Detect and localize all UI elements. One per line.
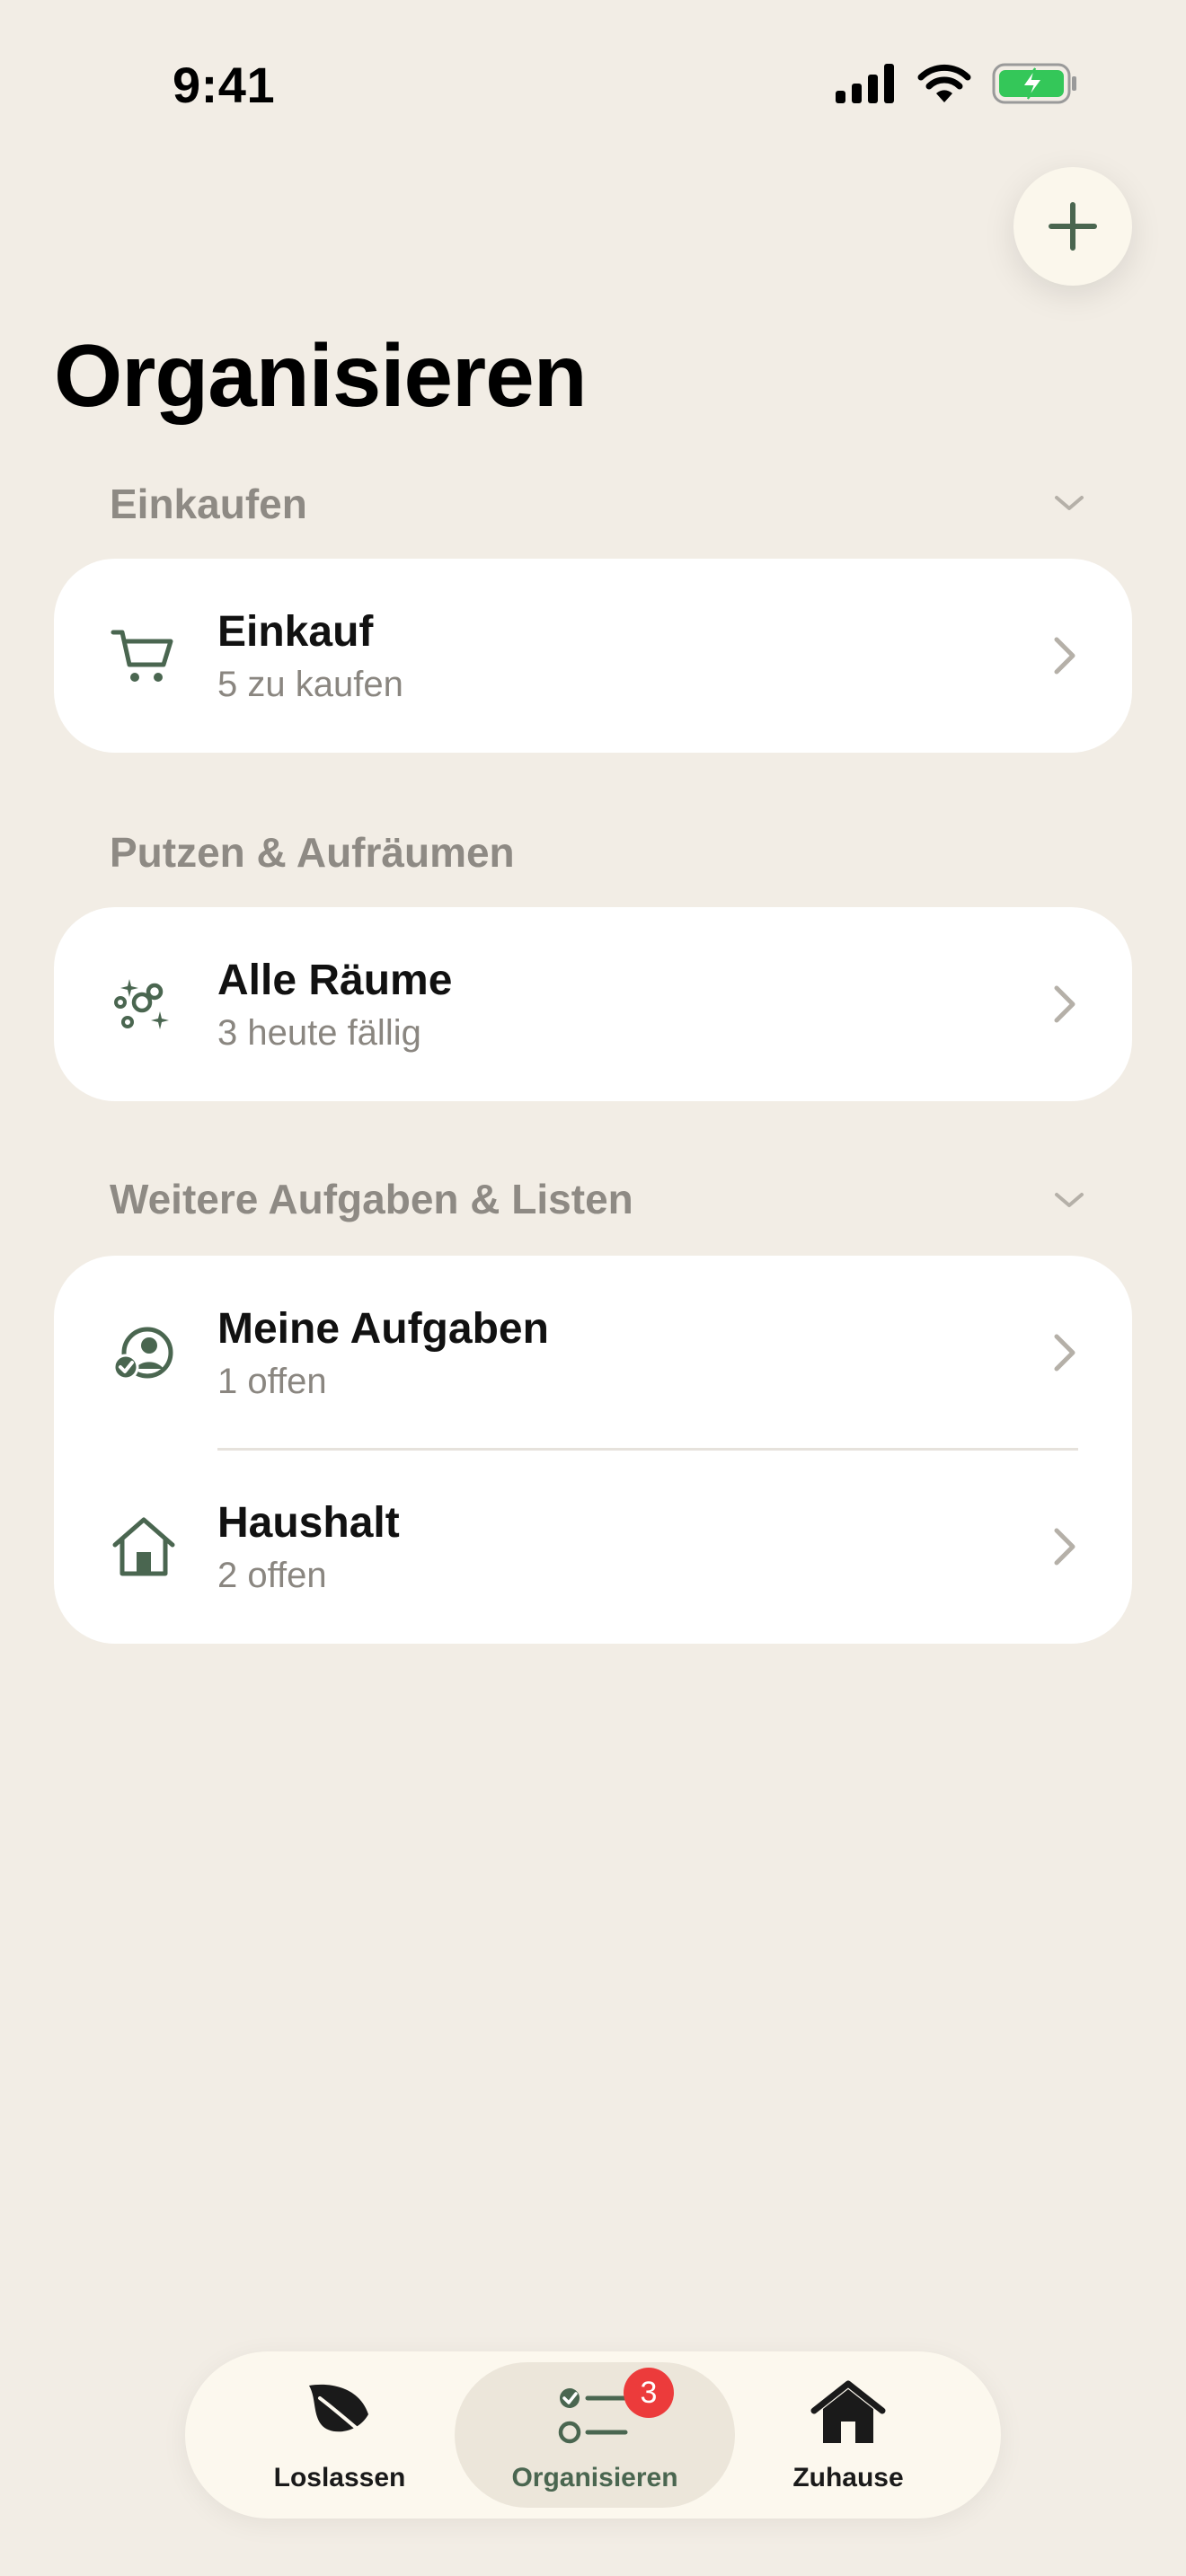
row-title: Meine Aufgaben bbox=[217, 1305, 549, 1353]
list-item-alle-raeume[interactable]: Alle Räume 3 heute fällig bbox=[54, 907, 1132, 1101]
tab-label: Loslassen bbox=[273, 2463, 406, 2492]
home-filled-icon bbox=[810, 2380, 886, 2443]
battery-charging-icon bbox=[992, 63, 1076, 104]
screen: 9:41 Organisieren Einkaufen Einkauf 5 zu… bbox=[0, 0, 1186, 2576]
tab-label: Organisieren bbox=[511, 2463, 678, 2492]
chevron-right-icon bbox=[1054, 1334, 1075, 1372]
tab-loslassen[interactable]: Loslassen bbox=[248, 2351, 431, 2519]
person-check-icon bbox=[112, 1327, 173, 1381]
card-weitere: Meine Aufgaben 1 offen Haushalt 2 offen bbox=[54, 1256, 1132, 1644]
list-item-meine-aufgaben[interactable]: Meine Aufgaben 1 offen bbox=[54, 1256, 1132, 1450]
list-item-haushalt[interactable]: Haushalt 2 offen bbox=[54, 1450, 1132, 1644]
notification-badge: 3 bbox=[624, 2368, 674, 2418]
cellular-signal-icon bbox=[836, 64, 894, 103]
add-button[interactable] bbox=[1013, 167, 1132, 286]
page-title: Organisieren bbox=[54, 326, 588, 425]
section-header-putzen: Putzen & Aufräumen bbox=[110, 829, 515, 876]
row-subtitle: 1 offen bbox=[217, 1362, 327, 1401]
tab-label: Zuhause bbox=[792, 2463, 904, 2492]
status-icons bbox=[836, 63, 1078, 104]
wifi-icon bbox=[917, 64, 971, 102]
plus-icon bbox=[1049, 202, 1097, 251]
section-header-einkaufen: Einkaufen bbox=[110, 481, 307, 527]
tab-zuhause[interactable]: Zuhause bbox=[757, 2351, 940, 2519]
chevron-right-icon bbox=[1054, 637, 1075, 675]
row-subtitle: 5 zu kaufen bbox=[217, 665, 403, 704]
leaf-icon bbox=[309, 2384, 372, 2441]
sparkle-bubbles-icon bbox=[114, 979, 169, 1029]
tab-organisieren[interactable]: Organisieren bbox=[455, 2351, 735, 2519]
row-title: Einkauf bbox=[217, 608, 374, 656]
status-time: 9:41 bbox=[173, 57, 276, 113]
tab-bar: Loslassen Organisieren 3 Zuhause bbox=[185, 2351, 1001, 2519]
chevron-down-icon[interactable] bbox=[1053, 1189, 1085, 1211]
chevron-down-icon[interactable] bbox=[1053, 492, 1085, 514]
section-header-weitere: Weitere Aufgaben & Listen bbox=[110, 1176, 633, 1222]
row-subtitle: 3 heute fällig bbox=[217, 1013, 421, 1053]
card-putzen: Alle Räume 3 heute fällig bbox=[54, 907, 1132, 1101]
card-einkaufen: Einkauf 5 zu kaufen bbox=[54, 559, 1132, 753]
chevron-right-icon bbox=[1054, 985, 1075, 1023]
house-icon bbox=[112, 1517, 175, 1576]
row-title: Haushalt bbox=[217, 1499, 400, 1547]
chevron-right-icon bbox=[1054, 1528, 1075, 1566]
list-item-einkauf[interactable]: Einkauf 5 zu kaufen bbox=[54, 559, 1132, 753]
checklist-icon bbox=[558, 2388, 628, 2444]
row-subtitle: 2 offen bbox=[217, 1556, 327, 1595]
row-title: Alle Räume bbox=[217, 957, 453, 1004]
cart-icon bbox=[111, 630, 173, 682]
